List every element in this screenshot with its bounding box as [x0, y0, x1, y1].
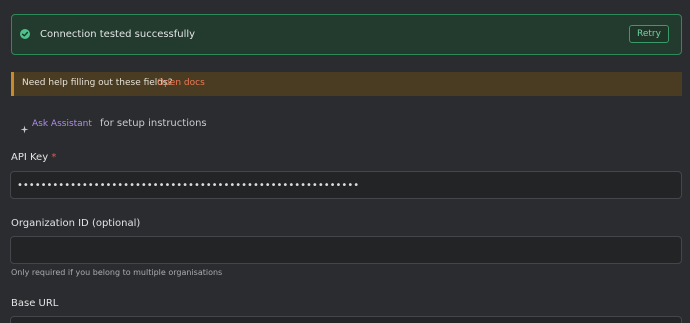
assistant-instructions-text: for setup instructions — [100, 118, 207, 129]
ask-assistant-label: Ask Assistant — [32, 119, 92, 129]
retry-button[interactable]: Retry — [629, 25, 669, 43]
api-key-input[interactable] — [10, 171, 682, 199]
api-key-label-text: API Key — [11, 152, 49, 163]
api-key-label: API Key * — [11, 151, 56, 165]
check-circle-icon — [20, 29, 30, 39]
connection-success-banner: Connection tested successfully Retry — [11, 14, 682, 55]
base-url-label: Base URL — [11, 298, 59, 309]
success-message: Connection tested successfully — [40, 29, 196, 40]
required-marker: * — [51, 152, 57, 163]
ask-assistant-button[interactable]: Ask Assistant — [14, 116, 92, 134]
credential-form-page: Connection tested successfully Retry Nee… — [0, 0, 690, 323]
base-url-input[interactable] — [10, 316, 682, 323]
organization-id-input[interactable] — [10, 236, 682, 264]
help-text: Need help filling out these fields? — [22, 78, 173, 88]
organization-id-label: Organization ID (optional) — [11, 218, 141, 229]
open-docs-link[interactable]: Open docs — [157, 77, 205, 90]
sparkle-icon — [20, 119, 29, 134]
organization-id-hint: Only required if you belong to multiple … — [11, 268, 223, 277]
help-banner: Need help filling out these fields? Open… — [11, 72, 682, 96]
